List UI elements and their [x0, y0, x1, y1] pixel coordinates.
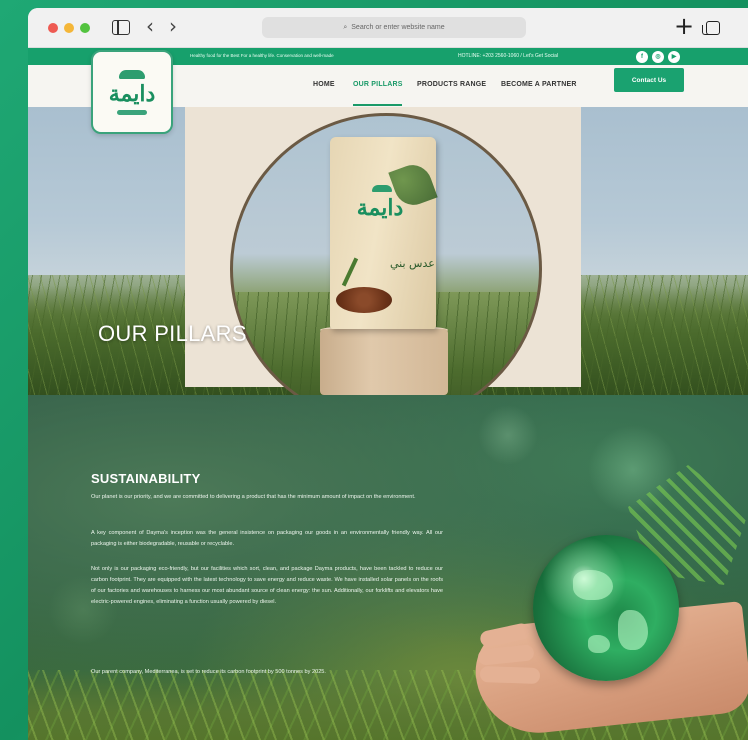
product-brand: دايمة	[356, 195, 404, 221]
section-paragraph: Our planet is our priority, and we are c…	[91, 494, 416, 500]
crown-icon	[372, 185, 392, 192]
nav-item-our-pillars[interactable]: OUR PILLARS	[353, 81, 403, 88]
address-bar[interactable]: ⌕ Search or enter website name	[262, 17, 526, 38]
forward-arrow-icon[interactable]: ›	[169, 16, 177, 36]
pedestal	[320, 329, 448, 395]
sustainability-section: SUSTAINABILITY Our planet is our priorit…	[28, 395, 748, 740]
product-bag-image: دايمة عدس بني	[330, 137, 438, 329]
facebook-icon[interactable]: f	[636, 51, 648, 63]
tagline: Healthy food for the Best For a healthy …	[190, 53, 334, 58]
minimize-window-button[interactable]	[64, 23, 74, 33]
nav-item-become-a-partner[interactable]: BECOME A PARTNER	[501, 81, 577, 88]
nav-item-home[interactable]: HOME	[313, 81, 335, 88]
instagram-icon[interactable]: ◎	[652, 51, 664, 63]
back-arrow-icon[interactable]: ‹	[146, 16, 154, 36]
search-icon: ⌕	[343, 23, 348, 31]
youtube-icon[interactable]: ▶	[668, 51, 680, 63]
glass-globe-image	[533, 535, 679, 681]
logo-ribbon	[117, 109, 147, 115]
hotline-text: HOTLINE: +203 2560-1060 / Let's Get Soci…	[458, 53, 559, 59]
close-window-button[interactable]	[48, 23, 58, 33]
address-bar-placeholder: Search or enter website name	[351, 24, 445, 31]
site-logo[interactable]: دايمة	[91, 50, 173, 134]
section-paragraph: Our parent company, Mediterranea, is set…	[91, 669, 326, 675]
product-label: عدس بني	[390, 257, 435, 270]
contact-us-button[interactable]: Contact Us	[614, 68, 684, 92]
browser-window: ‹ › ⌕ Search or enter website name + Hea…	[28, 8, 748, 740]
sidebar-toggle-icon[interactable]	[112, 20, 130, 35]
new-tab-icon[interactable]: +	[674, 13, 694, 39]
tab-overview-icon[interactable]	[702, 21, 720, 35]
nav-item-products-range[interactable]: PRODUCTS RANGE	[417, 81, 486, 88]
section-paragraph: A key component of Dayma's inception was…	[91, 530, 443, 547]
logo-wordmark: دايمة	[108, 80, 156, 107]
hero-banner: دايمة عدس بني OUR PILLARS	[28, 107, 748, 395]
section-paragraph: Not only is our packaging eco-friendly, …	[91, 566, 443, 605]
crown-icon	[119, 69, 145, 79]
lentils-graphic	[336, 287, 392, 313]
page-title: OUR PILLARS	[98, 321, 247, 346]
active-nav-indicator	[353, 104, 402, 106]
maximize-window-button[interactable]	[80, 23, 90, 33]
section-title: SUSTAINABILITY	[91, 471, 201, 486]
browser-toolbar: ‹ › ⌕ Search or enter website name +	[28, 8, 748, 48]
